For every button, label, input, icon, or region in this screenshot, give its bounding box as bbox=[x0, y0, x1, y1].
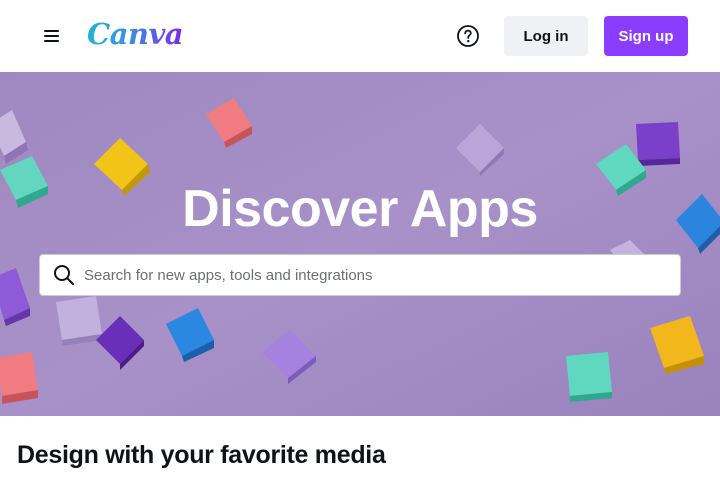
cube-decoration bbox=[56, 296, 102, 346]
page: Canva Log in Sign up Discover Apps Searc… bbox=[0, 0, 720, 480]
top-navigation-bar: Canva Log in Sign up bbox=[0, 0, 720, 72]
section-title: Design with your favorite media bbox=[17, 441, 386, 469]
hero-banner: Discover Apps bbox=[0, 72, 720, 416]
help-circle-icon bbox=[457, 25, 479, 47]
search-icon bbox=[54, 265, 74, 285]
search-input[interactable] bbox=[84, 255, 674, 295]
cube-decoration bbox=[636, 122, 680, 166]
canva-logo[interactable]: Canva bbox=[87, 14, 184, 54]
login-button[interactable]: Log in bbox=[504, 16, 588, 56]
help-button[interactable] bbox=[452, 20, 484, 52]
hero-background-cubes bbox=[0, 72, 720, 416]
signup-button[interactable]: Sign up bbox=[604, 16, 688, 56]
cube-decoration bbox=[0, 352, 38, 404]
cube-decoration bbox=[566, 352, 612, 402]
hero-title: Discover Apps bbox=[182, 180, 538, 238]
menu-button[interactable] bbox=[36, 20, 68, 52]
hamburger-menu-icon bbox=[44, 30, 59, 42]
app-search-bar[interactable] bbox=[39, 254, 681, 296]
